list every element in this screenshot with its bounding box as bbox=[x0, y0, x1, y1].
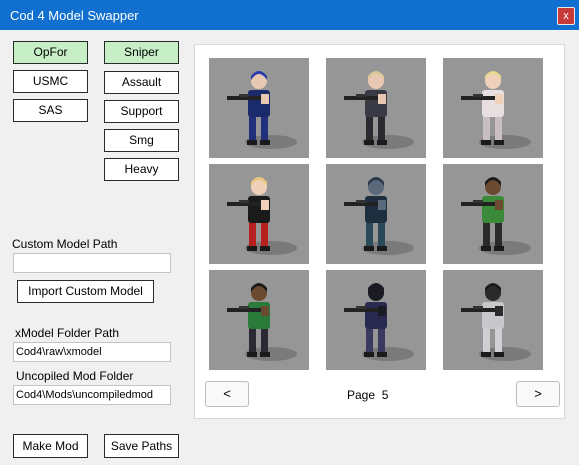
model-thumbnail[interactable] bbox=[209, 58, 309, 158]
blonde-sniper-icon bbox=[344, 71, 414, 149]
model-thumbnail[interactable] bbox=[443, 58, 543, 158]
model-thumbnail[interactable] bbox=[326, 58, 426, 158]
class-button-heavy[interactable]: Heavy bbox=[104, 158, 179, 181]
xmodel-folder-path-label: xModel Folder Path bbox=[15, 326, 120, 340]
import-custom-model-button[interactable]: Import Custom Model bbox=[17, 280, 154, 303]
title-bar: Cod 4 Model Swapper x bbox=[0, 0, 579, 30]
class-button-sniper[interactable]: Sniper bbox=[104, 41, 179, 64]
dark-armor-soldier-icon bbox=[344, 177, 414, 255]
close-button[interactable]: x bbox=[557, 7, 575, 25]
class-button-support[interactable]: Support bbox=[104, 100, 179, 123]
save-paths-button[interactable]: Save Paths bbox=[104, 434, 179, 458]
model-thumbnail[interactable] bbox=[326, 164, 426, 264]
blue-hair-soldier-icon bbox=[227, 71, 297, 149]
page-number: 5 bbox=[381, 388, 389, 402]
model-thumbnail[interactable] bbox=[443, 270, 543, 370]
masked-navy-soldier-icon bbox=[344, 283, 414, 361]
green-shirt-soldier-icon bbox=[461, 177, 531, 255]
model-thumbnail[interactable] bbox=[209, 164, 309, 264]
window-title: Cod 4 Model Swapper bbox=[10, 8, 139, 23]
class-button-smg[interactable]: Smg bbox=[104, 129, 179, 152]
white-outfit-soldier-icon bbox=[461, 71, 531, 149]
custom-model-path-label: Custom Model Path bbox=[12, 237, 118, 251]
snow-camo-soldier-icon bbox=[461, 283, 531, 361]
class-button-assault[interactable]: Assault bbox=[104, 71, 179, 94]
faction-button-opfor[interactable]: OpFor bbox=[13, 41, 88, 64]
model-gallery-panel: < Page 5 > bbox=[194, 44, 565, 419]
model-thumbnail[interactable] bbox=[326, 270, 426, 370]
xmodel-folder-path-input[interactable] bbox=[13, 342, 171, 362]
red-outfit-soldier-icon bbox=[227, 177, 297, 255]
model-thumbnail[interactable] bbox=[209, 270, 309, 370]
custom-model-path-input[interactable] bbox=[13, 253, 171, 273]
page-indicator: Page 5 bbox=[347, 388, 388, 402]
faction-button-sas[interactable]: SAS bbox=[13, 99, 88, 122]
prev-page-button[interactable]: < bbox=[205, 381, 249, 407]
green-tank-soldier-icon bbox=[227, 283, 297, 361]
make-mod-button[interactable]: Make Mod bbox=[13, 434, 88, 458]
model-thumbnail[interactable] bbox=[443, 164, 543, 264]
page-label: Page bbox=[347, 388, 376, 402]
faction-button-usmc[interactable]: USMC bbox=[13, 70, 88, 93]
next-page-button[interactable]: > bbox=[516, 381, 560, 407]
mod-folder-input[interactable] bbox=[13, 385, 171, 405]
mod-folder-label: Uncopiled Mod Folder bbox=[16, 369, 134, 383]
